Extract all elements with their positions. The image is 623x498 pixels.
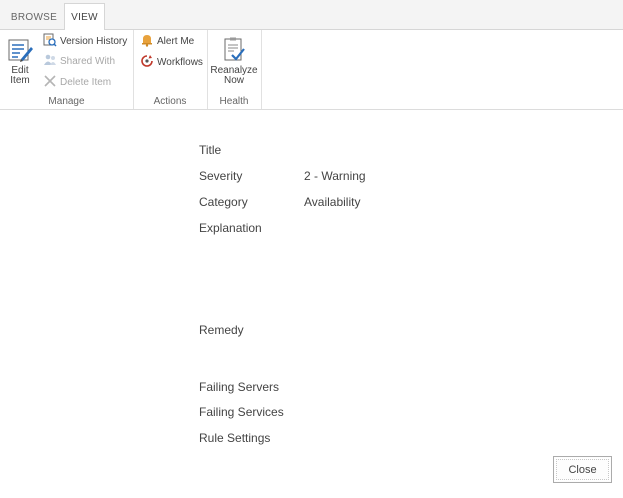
reanalyze-label-line2: Now bbox=[223, 75, 244, 86]
ribbon: Edit Item Version History Shared With De… bbox=[0, 30, 623, 110]
field-value-category: Availability bbox=[304, 195, 361, 209]
reanalyze-icon bbox=[224, 37, 245, 61]
alert-me-label: Alert Me bbox=[157, 36, 195, 47]
shared-with-icon bbox=[44, 55, 56, 66]
health-group-label: Health bbox=[219, 96, 249, 107]
manage-group-label: Manage bbox=[48, 96, 85, 107]
delete-icon bbox=[44, 75, 56, 87]
field-label-explanation: Explanation bbox=[199, 221, 262, 235]
tab-view[interactable]: VIEW bbox=[64, 3, 105, 31]
edit-item-button[interactable]: Edit Item bbox=[5, 36, 35, 86]
field-label-rule-settings: Rule Settings bbox=[199, 431, 271, 445]
version-history-label: Version History bbox=[60, 36, 128, 47]
alert-me-button[interactable]: Alert Me bbox=[140, 33, 194, 51]
actions-group-label: Actions bbox=[153, 96, 187, 107]
field-label-failing-services: Failing Services bbox=[199, 405, 284, 419]
edit-item-icon bbox=[8, 39, 33, 62]
version-history-button[interactable]: Version History bbox=[43, 33, 127, 51]
tab-browse[interactable]: BROWSE bbox=[6, 5, 62, 30]
edit-item-label-line2: Item bbox=[10, 75, 30, 86]
shared-with-button[interactable]: Shared With bbox=[43, 53, 115, 71]
field-label-remedy: Remedy bbox=[199, 323, 244, 337]
ribbon-tab-bar: BROWSE VIEW bbox=[0, 0, 623, 31]
version-history-icon bbox=[43, 33, 57, 47]
reanalyze-now-button[interactable]: Reanalyze Now bbox=[210, 36, 258, 86]
close-button[interactable]: Close bbox=[553, 456, 612, 483]
shared-with-label: Shared With bbox=[60, 56, 116, 67]
delete-item-label: Delete Item bbox=[60, 77, 112, 88]
ribbon-group-actions: Alert Me Workflows Actions bbox=[133, 30, 208, 109]
delete-item-button[interactable]: Delete Item bbox=[43, 74, 111, 92]
bell-icon bbox=[142, 35, 152, 48]
field-label-failing-servers: Failing Servers bbox=[199, 380, 280, 394]
workflows-button[interactable]: Workflows bbox=[140, 54, 203, 72]
field-label-severity: Severity bbox=[199, 169, 243, 183]
ribbon-group-manage: Edit Item Version History Shared With De… bbox=[0, 30, 134, 109]
field-label-category: Category bbox=[199, 195, 248, 209]
workflows-label: Workflows bbox=[157, 57, 203, 68]
field-value-severity: 2 - Warning bbox=[304, 169, 366, 183]
ribbon-group-health: Reanalyze Now Health bbox=[207, 30, 262, 109]
workflows-icon bbox=[141, 55, 153, 68]
field-label-title: Title bbox=[199, 143, 222, 157]
